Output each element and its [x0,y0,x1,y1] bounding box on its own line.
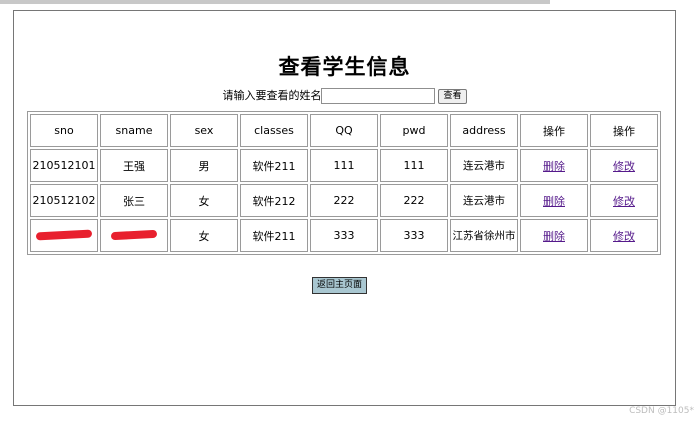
back-to-home-button[interactable]: 返回主页面 [312,277,368,294]
view-button[interactable]: 查看 [438,88,467,104]
header-sex: sex [170,114,238,147]
edit-link[interactable]: 修改 [613,160,635,173]
header-sname: sname [100,114,168,147]
cell-delete: 删除 [520,184,588,217]
cell-sex: 男 [170,149,238,182]
cell-sno: 210512101 [30,149,98,182]
cell-pwd: 222 [380,184,448,217]
browser-scroll-strip [0,0,550,4]
name-search-input[interactable] [321,88,436,104]
cell-classes: 软件211 [240,219,308,252]
cell-edit: 修改 [590,184,658,217]
cell-classes: 软件212 [240,184,308,217]
cell-address: 连云港市 [450,149,518,182]
watermark-text: CSDN @1105* [629,406,694,416]
table-row: 210512101 王强 男 软件211 111 111 连云港市 删除 修改 [30,149,658,182]
cell-pwd: 333 [380,219,448,252]
table-row: 210512102 张三 女 软件212 222 222 连云港市 删除 修改 [30,184,658,217]
table-header-row: sno sname sex classes QQ pwd address 操作 … [30,114,658,147]
cell-delete: 删除 [520,219,588,252]
header-address: address [450,114,518,147]
cell-address: 江苏省徐州市 [450,219,518,252]
cell-edit: 修改 [590,149,658,182]
table-row: 女 软件211 333 333 江苏省徐州市 删除 修改 [30,219,658,252]
cell-classes: 软件211 [240,149,308,182]
cell-qq: 111 [310,149,378,182]
delete-link[interactable]: 删除 [543,195,565,208]
edit-link[interactable]: 修改 [613,195,635,208]
student-table: sno sname sex classes QQ pwd address 操作 … [27,111,661,255]
delete-link[interactable]: 删除 [543,230,565,243]
header-sno: sno [30,114,98,147]
header-action-edit: 操作 [590,114,658,147]
cell-sno: 210512102 [30,184,98,217]
header-pwd: pwd [380,114,448,147]
cell-qq: 333 [310,219,378,252]
cell-sno [30,219,98,252]
redaction-mark [110,229,158,241]
cell-edit: 修改 [590,219,658,252]
header-qq: QQ [310,114,378,147]
delete-link[interactable]: 删除 [543,160,565,173]
cell-address: 连云港市 [450,184,518,217]
header-classes: classes [240,114,308,147]
redaction-mark [35,229,93,241]
cell-delete: 删除 [520,149,588,182]
cell-sname [100,219,168,252]
header-action-delete: 操作 [520,114,588,147]
edit-link[interactable]: 修改 [613,230,635,243]
cell-sname: 王强 [100,149,168,182]
cell-qq: 222 [310,184,378,217]
search-form: 请输入要查看的姓名 查看 [14,87,675,105]
cell-sname: 张三 [100,184,168,217]
page-title: 查看学生信息 [278,55,411,79]
cell-pwd: 111 [380,149,448,182]
search-label: 请输入要查看的姓名 [222,89,322,102]
cell-sex: 女 [170,184,238,217]
cell-sex: 女 [170,219,238,252]
